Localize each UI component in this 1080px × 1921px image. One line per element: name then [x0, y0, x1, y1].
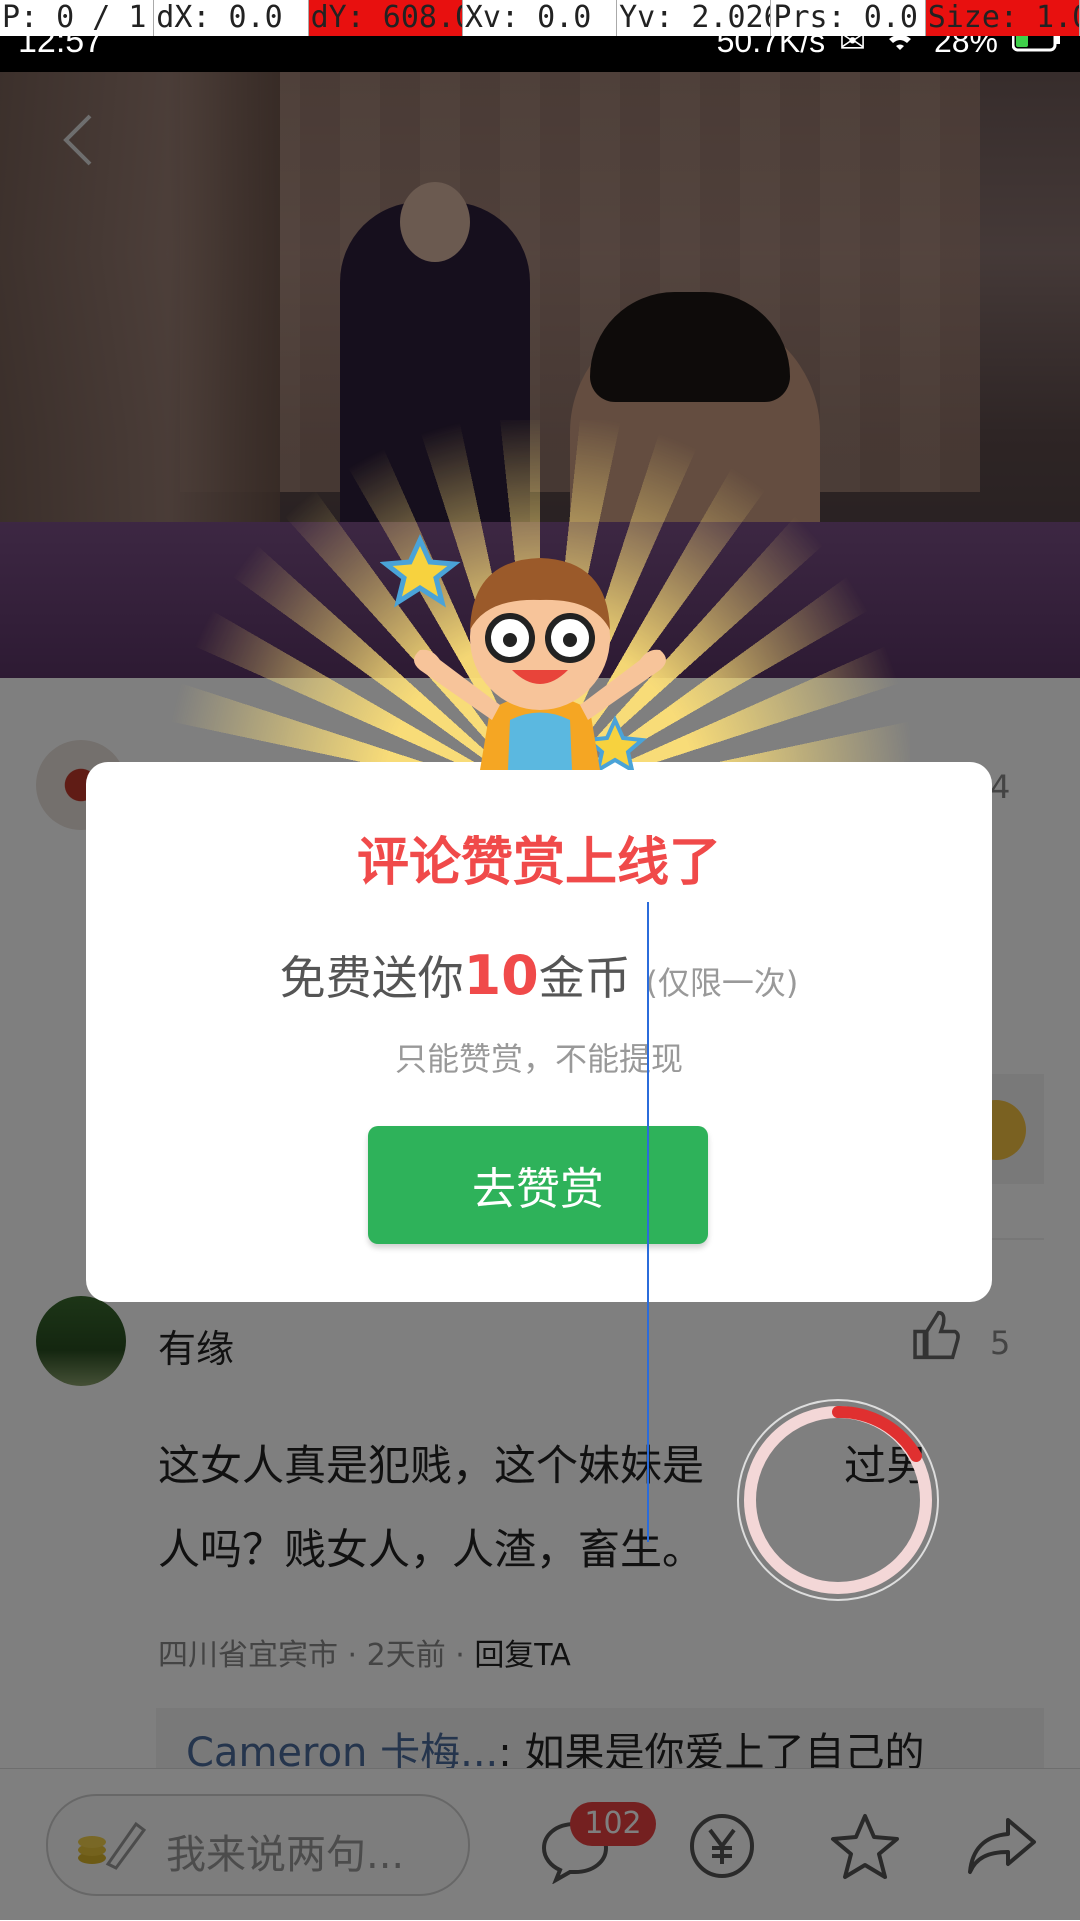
offer-limit: (仅限一次) — [645, 964, 799, 1002]
debug-size: Size: 1.0 — [925, 0, 1080, 36]
debug-pointer: P: 0 / 1 — [0, 0, 155, 36]
reward-promo-dialog: 评论赞赏上线了 免费送你10金币 (仅限一次) 只能赞赏，不能提现 去赞赏 — [86, 762, 992, 1302]
dialog-offer: 免费送你10金币 (仅限一次) — [86, 942, 992, 1008]
offer-amount: 10 — [463, 944, 539, 1007]
offer-suffix: 金币 — [538, 951, 631, 1005]
go-reward-button[interactable]: 去赞赏 — [368, 1126, 708, 1244]
debug-yv: Yv: 2.026 — [619, 0, 772, 36]
debug-dy: dY: 608.0 — [308, 0, 463, 36]
dialog-note: 只能赞赏，不能提现 — [394, 1040, 683, 1078]
debug-touch-trace — [647, 902, 649, 1542]
loading-spinner — [734, 1396, 942, 1604]
dialog-title: 评论赞赏上线了 — [356, 833, 721, 893]
offer-prefix: 免费送你 — [279, 951, 464, 1005]
mascot-illustration — [379, 520, 700, 775]
debug-xv: Xv: 0.0 — [463, 0, 618, 36]
status-bar: 12:57 50.7K/s ✉ 28% — [0, 22, 1080, 72]
debug-dx: dX: 0.0 — [154, 0, 309, 36]
touch-debug-bar: P: 0 / 1 dX: 0.0 dY: 608.0 Xv: 0.0 Yv: 2… — [0, 0, 1080, 36]
debug-pressure: Prs: 0.0 — [771, 0, 926, 36]
